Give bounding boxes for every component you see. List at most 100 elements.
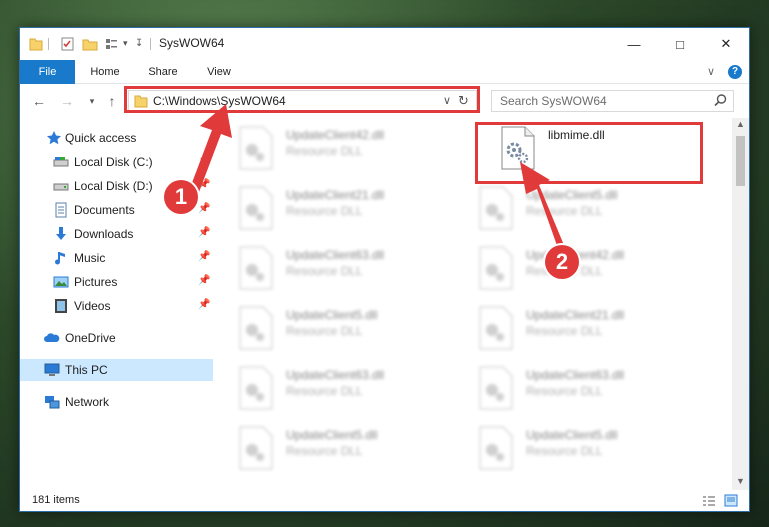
file-tile[interactable]: UpdateClient42.dll Resource DLL: [214, 122, 434, 178]
pin-icon[interactable]: 📌: [198, 251, 210, 262]
title-bar: ▾ ↧ SysWOW64 — □ ✕: [20, 28, 749, 60]
pin-icon[interactable]: 📌: [198, 179, 210, 190]
scrollbar-thumb[interactable]: [736, 136, 745, 186]
dll-file-icon: [478, 426, 514, 470]
sidebar-item-local-disk-c[interactable]: Local Disk (C:) 📌: [20, 151, 213, 173]
sidebar-item-this-pc[interactable]: This PC: [20, 359, 213, 381]
file-highlight: [475, 122, 703, 184]
scroll-up-icon[interactable]: ▲: [736, 119, 745, 129]
tab-home[interactable]: Home: [82, 60, 128, 84]
file-name: UpdateClient5.dll: [286, 308, 378, 322]
pin-icon[interactable]: 📌: [198, 227, 210, 238]
file-name: UpdateClient5.dll: [526, 428, 618, 442]
cloud-icon: [44, 330, 60, 346]
sidebar-item-label: OneDrive: [65, 331, 116, 345]
minimize-button[interactable]: —: [611, 28, 657, 60]
sidebar-item-pictures[interactable]: Pictures 📌: [20, 271, 213, 293]
ribbon: File Home Share View ∨ ?: [20, 60, 749, 84]
file-tile[interactable]: UpdateClient63.dll Resource DLL: [214, 362, 434, 418]
file-name: UpdateClient63.dll: [526, 368, 625, 382]
sidebar-item-label: Pictures: [74, 275, 118, 289]
pin-icon[interactable]: 📌: [198, 203, 210, 214]
sidebar-item-label: Downloads: [74, 227, 134, 241]
scroll-down-icon[interactable]: ▼: [736, 476, 745, 486]
details-view-icon[interactable]: [702, 495, 716, 510]
videos-icon: [53, 298, 69, 314]
music-icon: [53, 250, 69, 266]
drive-icon: [53, 154, 69, 170]
sidebar-item-label: Network: [65, 395, 110, 409]
back-button[interactable]: ←: [30, 91, 48, 111]
search-input[interactable]: Search SysWOW64: [500, 94, 607, 108]
forward-button[interactable]: →: [58, 91, 76, 111]
dll-file-icon: [238, 306, 274, 350]
properties-icon[interactable]: [60, 36, 76, 52]
tab-view[interactable]: View: [196, 60, 242, 84]
item-count: 181 items: [32, 494, 80, 506]
help-icon[interactable]: ?: [728, 65, 742, 79]
window-title: SysWOW64: [159, 36, 225, 50]
navigation-pane: Quick access Local Disk (C:) 📌 Local Dis…: [20, 118, 213, 490]
sidebar-item-videos[interactable]: Videos 📌: [20, 295, 213, 317]
step-1-badge: 1: [164, 180, 198, 214]
new-folder-icon[interactable]: [82, 36, 98, 52]
file-tile[interactable]: UpdateClient21.dll Resource DLL: [214, 182, 434, 238]
up-button[interactable]: ↑: [103, 91, 121, 111]
dll-file-icon: [478, 366, 514, 410]
view-options-icon[interactable]: [104, 36, 120, 52]
pin-icon[interactable]: 📌: [198, 155, 210, 166]
file-name: UpdateClient5.dll: [286, 428, 378, 442]
sidebar-item-label: Local Disk (C:): [74, 155, 153, 169]
sidebar-item-label: Music: [74, 251, 106, 265]
file-type: Resource DLL: [526, 204, 603, 218]
customize-toolbar-icon[interactable]: ↧: [135, 38, 143, 54]
computer-icon: [44, 362, 60, 378]
sidebar-item-network[interactable]: Network: [20, 391, 213, 413]
pin-icon[interactable]: 📌: [198, 275, 210, 286]
search-box[interactable]: Search SysWOW64: [491, 90, 734, 112]
network-icon: [44, 394, 60, 410]
file-tile[interactable]: UpdateClient63.dll Resource DLL: [214, 242, 434, 298]
file-tile[interactable]: UpdateClient63.dll Resource DLL: [454, 362, 674, 418]
folder-icon: [29, 36, 43, 52]
pictures-icon: [53, 274, 69, 290]
chevron-down-icon[interactable]: ▾: [123, 38, 128, 54]
large-icons-view-icon[interactable]: [724, 494, 738, 510]
tab-share[interactable]: Share: [140, 60, 186, 84]
file-tile[interactable]: UpdateClient5.dll Resource DLL: [214, 422, 434, 478]
sidebar-item-label: This PC: [65, 363, 108, 377]
sidebar-item-music[interactable]: Music 📌: [20, 247, 213, 269]
file-tile[interactable]: UpdateClient5.dll Resource DLL: [454, 182, 674, 238]
file-tile[interactable]: UpdateClient21.dll Resource DLL: [454, 302, 674, 358]
documents-icon: [53, 202, 69, 218]
search-icon[interactable]: [714, 94, 727, 110]
divider: [48, 38, 49, 50]
expand-ribbon-icon[interactable]: ∨: [703, 60, 719, 84]
file-tile[interactable]: UpdateClient5.dll Resource DLL: [214, 302, 434, 358]
maximize-button[interactable]: □: [657, 28, 703, 60]
dll-file-icon: [478, 186, 514, 230]
file-name: UpdateClient21.dll: [286, 188, 385, 202]
sidebar-item-label: Local Disk (D:): [74, 179, 153, 193]
dll-file-icon: [238, 126, 274, 170]
sidebar-item-label: Videos: [74, 299, 111, 313]
file-name: UpdateClient63.dll: [286, 248, 385, 262]
tab-file[interactable]: File: [20, 60, 75, 84]
file-type: Resource DLL: [286, 444, 363, 458]
file-type: Resource DLL: [286, 204, 363, 218]
sidebar-item-onedrive[interactable]: OneDrive: [20, 327, 213, 349]
dll-file-icon: [478, 246, 514, 290]
sidebar-item-quick-access[interactable]: Quick access: [20, 127, 213, 149]
close-button[interactable]: ✕: [703, 28, 749, 60]
file-type: Resource DLL: [526, 444, 603, 458]
sidebar-item-label: Quick access: [65, 131, 137, 145]
vertical-scrollbar[interactable]: ▲ ▼: [732, 118, 749, 490]
pin-icon[interactable]: 📌: [198, 299, 210, 310]
step-2-badge: 2: [545, 245, 579, 279]
recent-locations-icon[interactable]: ▾: [83, 91, 101, 111]
dll-file-icon: [238, 246, 274, 290]
file-tile[interactable]: UpdateClient5.dll Resource DLL: [454, 422, 674, 478]
dll-file-icon: [238, 186, 274, 230]
sidebar-item-downloads[interactable]: Downloads 📌: [20, 223, 213, 245]
status-bar: 181 items: [20, 490, 749, 511]
